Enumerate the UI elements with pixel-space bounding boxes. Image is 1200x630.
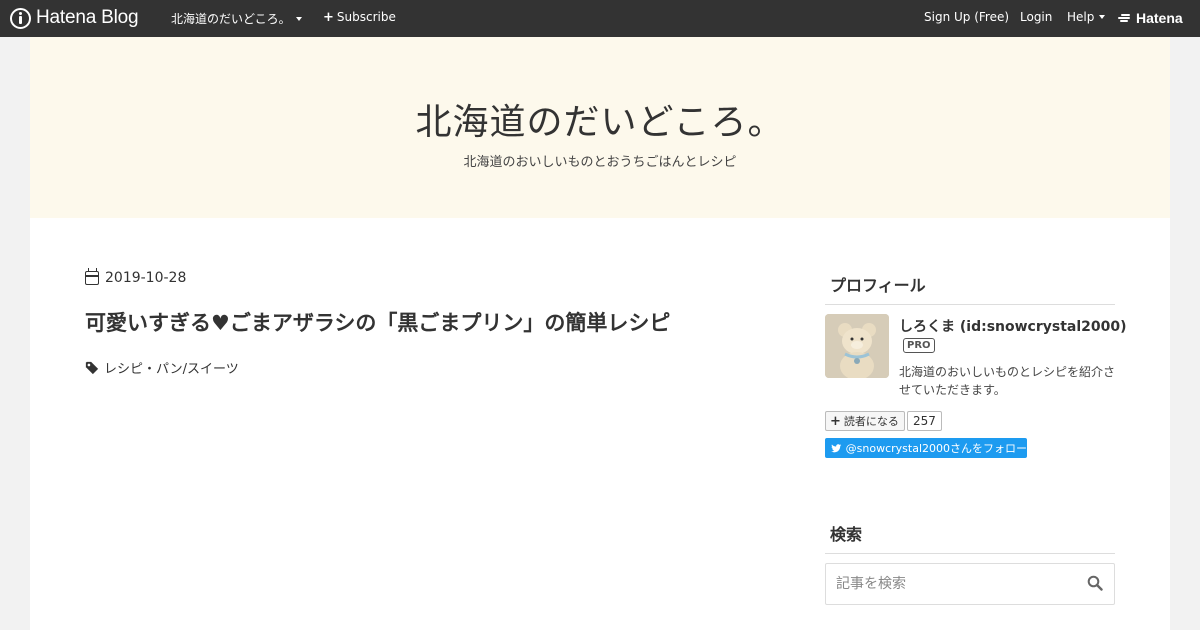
- blog-name-label: 北海道のだいどころ。: [171, 12, 291, 26]
- hatena-logo-icon: [1118, 13, 1133, 23]
- hatena-label: Hatena: [1136, 10, 1183, 26]
- entry-title[interactable]: 可愛いすぎる♥ごまアザラシの「黒ごまプリン」の簡単レシピ: [85, 307, 670, 337]
- search-icon[interactable]: [1087, 575, 1103, 591]
- subscribe-label: Subscribe: [336, 10, 396, 24]
- category-link[interactable]: レシピ・パン/スイーツ: [104, 358, 239, 377]
- help-label: Help: [1067, 10, 1095, 24]
- become-reader-button[interactable]: + 読者になる: [825, 411, 905, 431]
- login-link[interactable]: Login: [1020, 10, 1052, 24]
- hatena-blog-logo-text: Hatena Blog: [36, 7, 139, 28]
- profile-name[interactable]: しろくま (id:snowcrystal2000): [899, 316, 1127, 336]
- avatar[interactable]: [825, 314, 889, 378]
- signup-link[interactable]: Sign Up (Free): [924, 10, 1009, 24]
- hatena-blog-logo[interactable]: Hatena Blog: [10, 7, 139, 29]
- plus-icon: +: [830, 413, 841, 429]
- twitter-follow-button[interactable]: @snowcrystal2000さんをフォロー: [825, 438, 1027, 458]
- hatena-blog-logo-icon: [10, 7, 31, 29]
- subscribe-button[interactable]: + Subscribe: [323, 10, 396, 24]
- twitter-bird-icon: [831, 443, 842, 452]
- entry-categories: レシピ・パン/スイーツ: [85, 358, 239, 377]
- page-container: 北海道のだいどころ。 北海道のおいしいものとおうちごはんとレシピ 2019-10…: [30, 37, 1170, 630]
- search-input[interactable]: [826, 564, 1066, 604]
- pro-badge[interactable]: PRO: [903, 338, 935, 353]
- entry-date-text: 2019-10-28: [105, 270, 187, 286]
- blog-header: 北海道のだいどころ。 北海道のおいしいものとおうちごはんとレシピ: [30, 37, 1170, 218]
- profile-heading: プロフィール: [825, 272, 1115, 305]
- global-header: Hatena Blog 北海道のだいどころ。 + Subscribe Sign …: [0, 0, 1200, 37]
- reader-count[interactable]: 257: [907, 411, 942, 431]
- hatena-link[interactable]: Hatena: [1118, 10, 1183, 26]
- profile-description: 北海道のおいしいものとレシピを紹介させていただきます。: [899, 365, 1116, 397]
- blog-title[interactable]: 北海道のだいどころ。: [30, 93, 1170, 145]
- caret-down-icon: [295, 16, 302, 21]
- twitter-follow-label: @snowcrystal2000さんをフォロー: [845, 442, 1027, 455]
- calendar-icon: [85, 268, 99, 285]
- teddy-bear-avatar-image: [825, 314, 889, 378]
- help-menu[interactable]: Help: [1067, 10, 1106, 24]
- caret-down-icon: [1099, 15, 1106, 19]
- search-heading: 検索: [825, 521, 1115, 554]
- become-reader-label: 読者になる: [843, 415, 899, 428]
- plus-icon: +: [323, 9, 334, 25]
- blog-name-menu[interactable]: 北海道のだいどころ。: [171, 10, 302, 27]
- entry-date[interactable]: 2019-10-28: [85, 268, 187, 286]
- blog-description: 北海道のおいしいものとおうちごはんとレシピ: [463, 155, 737, 170]
- search-form: [825, 563, 1115, 605]
- tag-icon: [85, 361, 99, 374]
